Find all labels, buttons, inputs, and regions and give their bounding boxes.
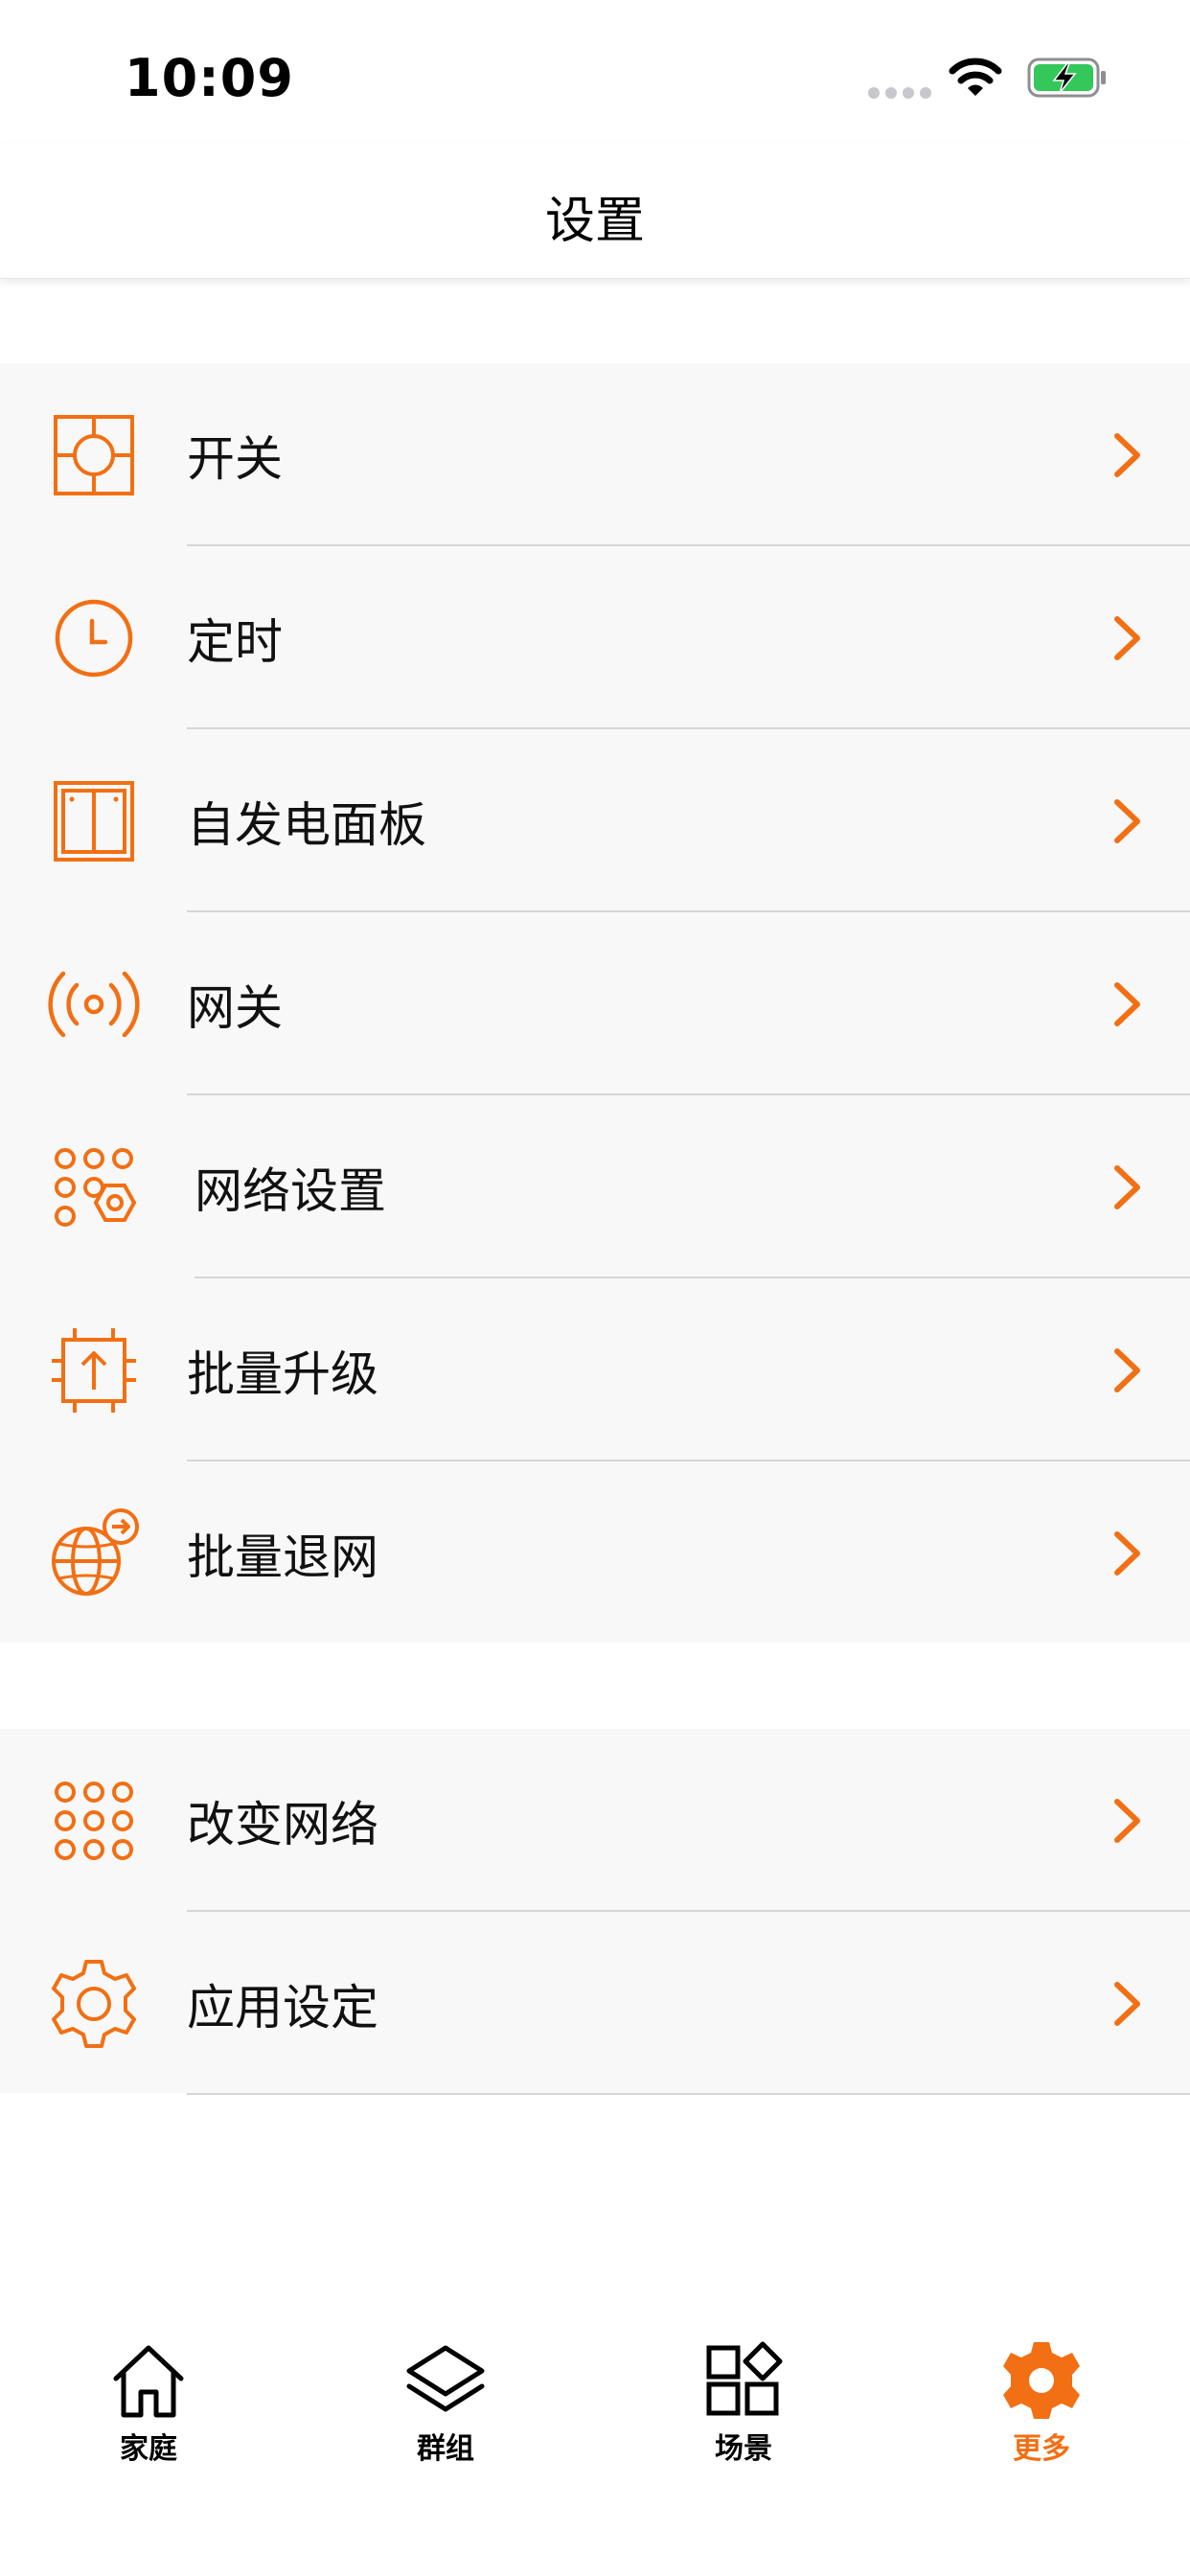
chevron-right-icon [1114, 1530, 1140, 1576]
scene-grid-icon [706, 2341, 783, 2416]
settings-row-label: 自发电面板 [187, 796, 426, 853]
dot-grid-icon [55, 1781, 133, 1860]
settings-row-label: 开关 [187, 430, 283, 487]
status-time: 10:09 [125, 48, 294, 108]
chevron-right-icon [1114, 615, 1140, 660]
settings-row-gateway[interactable]: 网关 [0, 912, 1190, 1095]
settings-row-label: 改变网络 [187, 1796, 378, 1852]
settings-row-switch[interactable]: 开关 [0, 363, 1190, 546]
layers-icon [406, 2345, 485, 2412]
settings-row-network-settings[interactable]: 网络设置 [0, 1095, 1190, 1278]
settings-row-timer[interactable]: 定时 [0, 546, 1190, 729]
tab-bar: 家庭 群组 场景 更多 [0, 2319, 1190, 2576]
gear-icon [52, 1959, 136, 2048]
settings-row-label: 应用设定 [187, 1979, 378, 2036]
settings-row-label: 网关 [187, 979, 283, 1036]
settings-row-batch-upgrade[interactable]: 批量升级 [0, 1278, 1190, 1461]
settings-row-change-network[interactable]: 改变网络 [0, 1729, 1190, 1912]
tab-home[interactable]: 家庭 [53, 2340, 244, 2467]
tab-more[interactable]: 更多 [946, 2340, 1137, 2467]
tab-label: 更多 [1013, 2432, 1070, 2466]
tab-scenes[interactable]: 场景 [648, 2340, 839, 2467]
settings-row-app-settings[interactable]: 应用设定 [0, 1912, 1190, 2095]
chevron-right-icon [1114, 1981, 1140, 2026]
chevron-right-icon [1114, 1347, 1140, 1392]
wifi-icon [949, 58, 1002, 96]
chevron-right-icon [1114, 981, 1140, 1026]
settings-row-label: 批量退网 [187, 1529, 378, 1585]
home-icon [113, 2345, 184, 2418]
cellular-signal-icon [868, 84, 937, 103]
chevron-right-icon [1114, 1164, 1140, 1209]
settings-row-label: 定时 [187, 613, 283, 670]
battery-charging-icon [1027, 58, 1106, 98]
page-title: 设置 [544, 193, 645, 250]
chevron-right-icon [1114, 432, 1140, 477]
gateway-icon [48, 971, 140, 1037]
tab-label: 场景 [715, 2432, 772, 2466]
switch-icon [54, 414, 134, 495]
batch-exit-network-icon [52, 1507, 139, 1596]
settings-row-label: 网络设置 [195, 1162, 386, 1219]
chevron-right-icon [1114, 1798, 1140, 1843]
status-bar: 10:09 [0, 0, 1190, 144]
chevron-right-icon [1114, 798, 1140, 843]
settings-row-label: 批量升级 [187, 1346, 378, 1402]
clock-icon [55, 599, 133, 677]
settings-group-devices: 开关 定时 自发电面板 网关 网络设置 批量升级 批量退网 [0, 363, 1190, 1643]
settings-group-app: 改变网络 应用设定 [0, 1729, 1190, 2095]
settings-row-batch-exit-network[interactable]: 批量退网 [0, 1461, 1190, 1644]
gear-icon [1003, 2342, 1080, 2419]
row-divider [187, 2093, 1190, 2095]
settings-row-self-powered-panel[interactable]: 自发电面板 [0, 729, 1190, 912]
network-settings-icon [55, 1147, 137, 1227]
batch-upgrade-icon [52, 1327, 136, 1413]
panel-icon [54, 780, 134, 862]
tab-groups[interactable]: 群组 [350, 2340, 541, 2467]
tab-label: 群组 [417, 2432, 474, 2466]
tab-label: 家庭 [120, 2432, 177, 2466]
navigation-bar: 设置 [0, 144, 1190, 279]
